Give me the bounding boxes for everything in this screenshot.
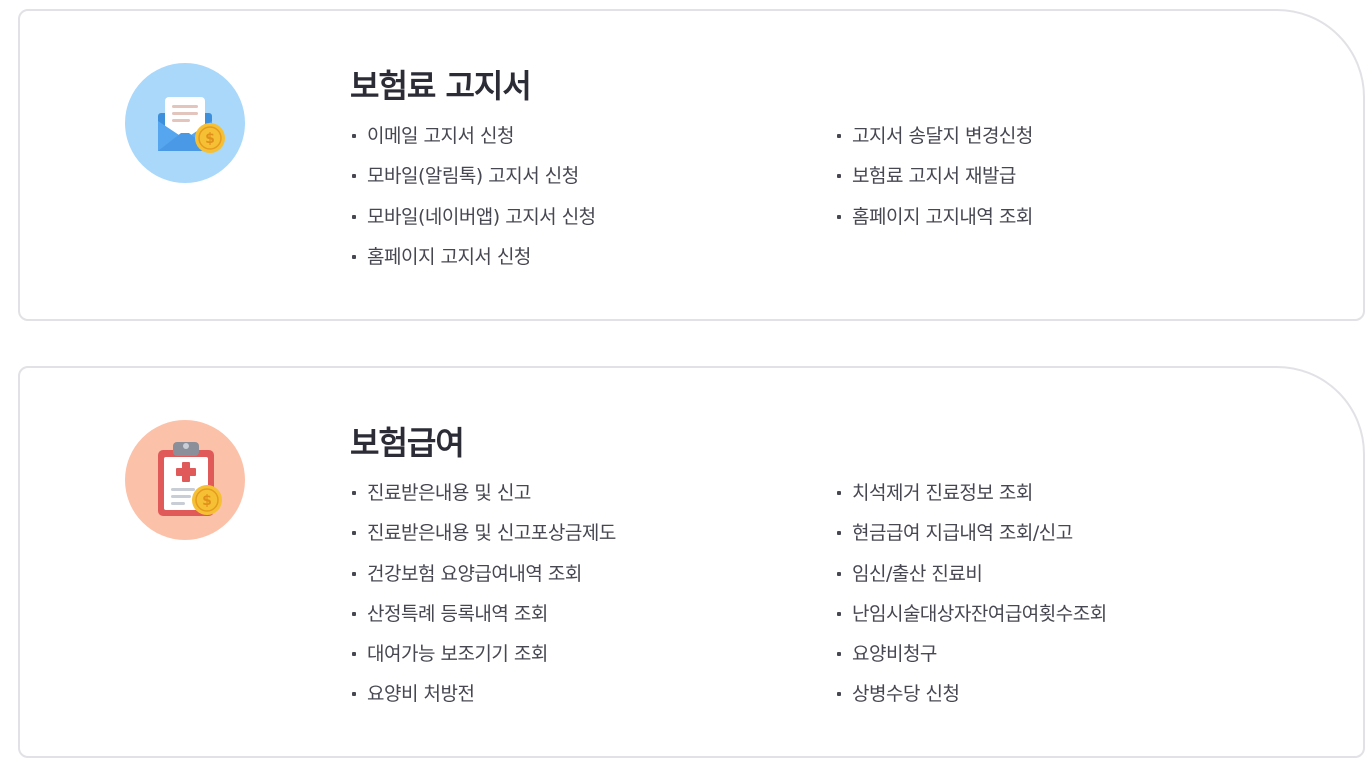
notice-card: $ 보험료 고지서 이메일 고지서 신청 모바일(알림톡) 고지서 신청 모바일…: [18, 9, 1365, 321]
benefit-link-special-case[interactable]: 산정특례 등록내역 조회: [350, 601, 616, 641]
bullet-icon: [352, 214, 356, 219]
notice-link-email[interactable]: 이메일 고지서 신청: [350, 123, 596, 163]
svg-text:$: $: [205, 131, 215, 147]
notice-left-links: 이메일 고지서 신청 모바일(알림톡) 고지서 신청 모바일(네이버앱) 고지서…: [350, 123, 596, 284]
benefit-link-care-history[interactable]: 건강보험 요양급여내역 조회: [350, 561, 616, 601]
benefit-link-scaling[interactable]: 치석제거 진료정보 조회: [835, 480, 1107, 520]
bullet-icon: [352, 491, 356, 495]
notice-right-links: 고지서 송달지 변경신청 보험료 고지서 재발급 홈페이지 고지내역 조회: [835, 123, 1033, 244]
notice-link-address-change[interactable]: 고지서 송달지 변경신청: [835, 123, 1033, 163]
notice-link-homepage[interactable]: 홈페이지 고지서 신청: [350, 244, 596, 284]
notice-title: 보험료 고지서: [350, 67, 532, 105]
benefit-left-links: 진료받은내용 및 신고 진료받은내용 및 신고포상금제도 건강보험 요양급여내역…: [350, 480, 616, 722]
benefit-link-cash-benefit[interactable]: 현금급여 지급내역 조회/신고: [835, 520, 1107, 560]
bullet-icon: [352, 134, 356, 138]
bullet-icon: [837, 174, 841, 179]
envelope-coin-icon: $: [125, 63, 245, 183]
benefit-link-care-claim[interactable]: 요양비청구: [835, 641, 1107, 681]
bullet-icon: [352, 571, 356, 576]
svg-text:$: $: [202, 493, 212, 509]
notice-link-history[interactable]: 홈페이지 고지내역 조회: [835, 204, 1033, 244]
bullet-icon: [837, 214, 841, 219]
benefit-link-infertility[interactable]: 난임시술대상자잔여급여횟수조회: [835, 601, 1107, 641]
benefit-link-reward[interactable]: 진료받은내용 및 신고포상금제도: [350, 520, 616, 560]
benefit-title: 보험급여: [350, 424, 465, 462]
benefit-link-report[interactable]: 진료받은내용 및 신고: [350, 480, 616, 520]
bullet-icon: [837, 611, 841, 616]
bullet-icon: [837, 531, 841, 536]
benefit-link-prescription[interactable]: 요양비 처방전: [350, 681, 616, 721]
bullet-icon: [837, 134, 841, 138]
benefit-link-sickness-allowance[interactable]: 상병수당 신청: [835, 681, 1107, 721]
bullet-icon: [352, 254, 356, 259]
notice-link-mobile-naver[interactable]: 모바일(네이버앱) 고지서 신청: [350, 204, 596, 244]
notice-link-reissue[interactable]: 보험료 고지서 재발급: [835, 163, 1033, 203]
benefit-link-pregnancy[interactable]: 임신/출산 진료비: [835, 561, 1107, 601]
bullet-icon: [352, 692, 356, 697]
benefit-card: $ 보험급여 진료받은내용 및 신고 진료받은내용 및 신고포상금제도 건강보험…: [18, 366, 1365, 758]
bullet-icon: [352, 652, 356, 657]
bullet-icon: [352, 531, 356, 536]
medical-clipboard-coin-icon: $: [125, 420, 245, 540]
bullet-icon: [837, 692, 841, 697]
bullet-icon: [837, 571, 841, 576]
bullet-icon: [352, 611, 356, 616]
bullet-icon: [837, 652, 841, 657]
notice-link-mobile-alimtalk[interactable]: 모바일(알림톡) 고지서 신청: [350, 163, 596, 203]
benefit-link-assistive-devices[interactable]: 대여가능 보조기기 조회: [350, 641, 616, 681]
bullet-icon: [837, 491, 841, 495]
benefit-right-links: 치석제거 진료정보 조회 현금급여 지급내역 조회/신고 임신/출산 진료비 난…: [835, 480, 1107, 722]
bullet-icon: [352, 174, 356, 179]
